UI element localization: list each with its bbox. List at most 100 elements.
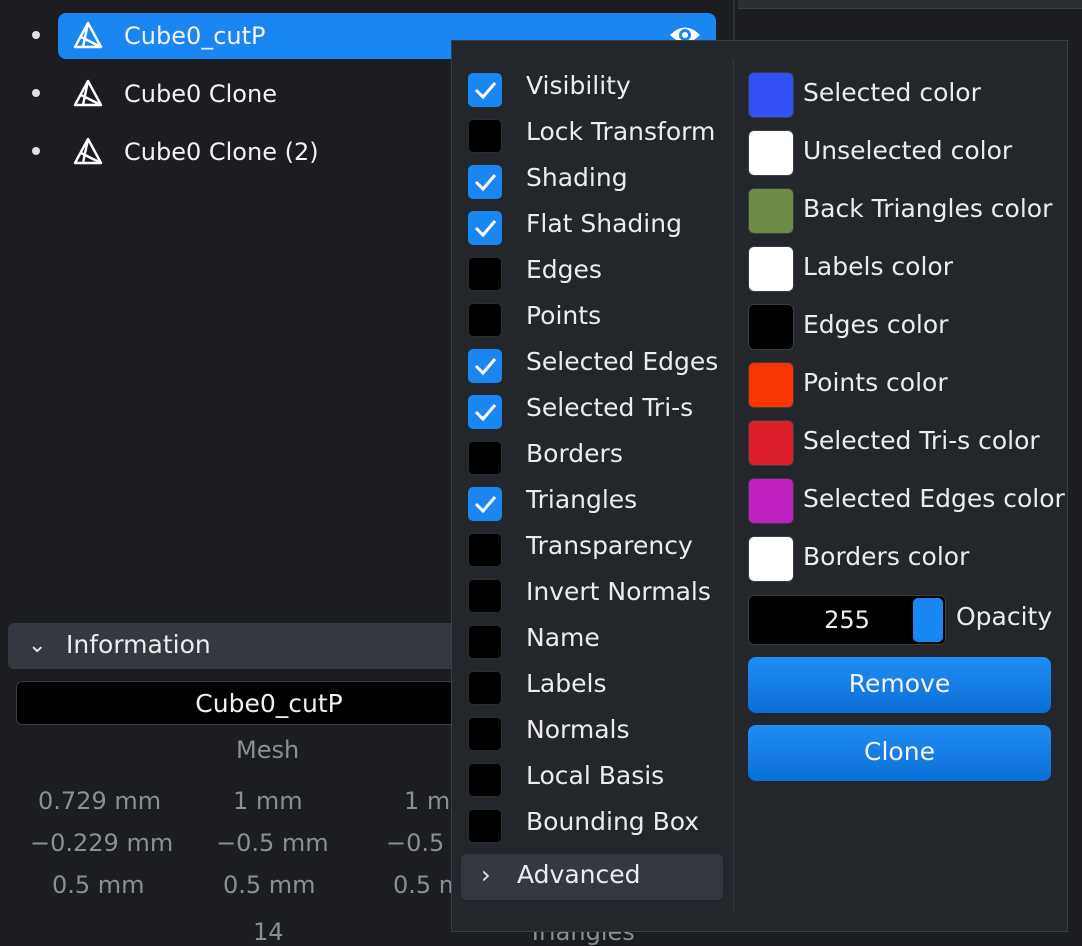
checkbox[interactable]: [468, 349, 502, 383]
toggle-bounding-box[interactable]: Bounding Box: [468, 807, 728, 845]
popup-divider: [733, 59, 734, 914]
info-value: −0.229 mm: [30, 829, 174, 857]
checkbox[interactable]: [468, 763, 502, 797]
color-swatch[interactable]: [748, 362, 794, 408]
toggle-label: Transparency: [526, 531, 693, 560]
checkbox[interactable]: [468, 809, 502, 843]
tree-item-label: Cube0 Clone: [124, 80, 277, 108]
toggle-label: Normals: [526, 715, 630, 744]
checkbox[interactable]: [468, 73, 502, 107]
toggle-label: Edges: [526, 255, 602, 284]
checkbox[interactable]: [468, 303, 502, 337]
toggle-label: Triangles: [526, 485, 638, 514]
color-back-triangles[interactable]: Back Triangles color: [748, 188, 1058, 234]
color-selected[interactable]: Selected color: [748, 72, 1058, 118]
toggle-visibility[interactable]: Visibility: [468, 71, 728, 109]
tree-item-label: Cube0 Clone (2): [124, 138, 319, 166]
toggle-label: Local Basis: [526, 761, 665, 790]
color-label: Selected Tri-s color: [803, 426, 1040, 455]
color-swatch[interactable]: [748, 478, 794, 524]
checkbox[interactable]: [468, 211, 502, 245]
remove-button[interactable]: Remove: [748, 657, 1051, 713]
toggle-shading[interactable]: Shading: [468, 163, 728, 201]
toggle-label: Visibility: [526, 71, 631, 100]
clone-button[interactable]: Clone: [748, 725, 1051, 781]
checkbox[interactable]: [468, 257, 502, 291]
color-swatch[interactable]: [748, 246, 794, 292]
toggle-labels[interactable]: Labels: [468, 669, 728, 707]
checkmark-icon: [474, 358, 497, 376]
toggle-invert-normals[interactable]: Invert Normals: [468, 577, 728, 615]
object-type-label: Mesh: [236, 736, 300, 764]
color-labels[interactable]: Labels color: [748, 246, 1058, 292]
toggle-label: Selected Tri-s: [526, 393, 694, 422]
toggle-points[interactable]: Points: [468, 301, 728, 339]
info-value: 0.5 mm: [52, 871, 145, 899]
chevron-down-icon: ⌄: [28, 633, 47, 658]
toggle-label: Invert Normals: [526, 577, 711, 606]
info-value: 1 mm: [233, 787, 303, 815]
toggle-borders[interactable]: Borders: [468, 439, 728, 477]
object-name-field[interactable]: Cube0_cutP: [16, 681, 486, 725]
advanced-section-header[interactable]: › Advanced: [461, 854, 723, 900]
checkbox[interactable]: [468, 625, 502, 659]
color-label: Selected Edges color: [803, 484, 1065, 513]
color-label: Selected color: [803, 78, 981, 107]
color-label: Edges color: [803, 310, 949, 339]
checkbox[interactable]: [468, 165, 502, 199]
right-panel-header: [738, 0, 1082, 9]
toggle-transparency[interactable]: Transparency: [468, 531, 728, 569]
color-borders[interactable]: Borders color: [748, 536, 1058, 582]
triangle-count: 14: [253, 918, 284, 946]
object-name-value: Cube0_cutP: [195, 689, 343, 718]
color-swatch[interactable]: [748, 420, 794, 466]
color-selected-tris[interactable]: Selected Tri-s color: [748, 420, 1058, 466]
info-value: −0.5 mm: [216, 829, 329, 857]
checkbox[interactable]: [468, 579, 502, 613]
toggle-label: Labels: [526, 669, 607, 698]
checkmark-icon: [474, 404, 497, 422]
remove-button-label: Remove: [848, 669, 951, 698]
toggle-name[interactable]: Name: [468, 623, 728, 661]
checkbox[interactable]: [468, 441, 502, 475]
tree-bullet: [32, 89, 40, 97]
color-points[interactable]: Points color: [748, 362, 1058, 408]
toggle-flat-shading[interactable]: Flat Shading: [468, 209, 728, 247]
color-label: Unselected color: [803, 136, 1013, 165]
color-label: Borders color: [803, 542, 970, 571]
opacity-slider-handle[interactable]: [913, 598, 943, 642]
color-swatch[interactable]: [748, 188, 794, 234]
checkbox[interactable]: [468, 671, 502, 705]
color-swatch[interactable]: [748, 72, 794, 118]
checkbox[interactable]: [468, 395, 502, 429]
color-selected-edges[interactable]: Selected Edges color: [748, 478, 1065, 524]
color-swatch[interactable]: [748, 536, 794, 582]
toggle-label: Borders: [526, 439, 623, 468]
information-section-header[interactable]: ⌄ Information: [8, 623, 478, 669]
toggle-triangles[interactable]: Triangles: [468, 485, 728, 523]
checkmark-icon: [474, 496, 497, 514]
checkbox[interactable]: [468, 119, 502, 153]
checkbox[interactable]: [468, 533, 502, 567]
mesh-icon: [73, 137, 103, 165]
color-swatch[interactable]: [748, 304, 794, 350]
color-edges[interactable]: Edges color: [748, 304, 1058, 350]
checkbox[interactable]: [468, 487, 502, 521]
toggle-local-basis[interactable]: Local Basis: [468, 761, 728, 799]
toggle-lock-transform[interactable]: Lock Transform: [468, 117, 728, 155]
checkmark-icon: [474, 82, 497, 100]
color-swatch[interactable]: [748, 130, 794, 176]
advanced-label: Advanced: [517, 860, 641, 889]
toggle-edges[interactable]: Edges: [468, 255, 728, 293]
toggle-label: Points: [526, 301, 602, 330]
toggle-normals[interactable]: Normals: [468, 715, 728, 753]
tree-item-label: Cube0_cutP: [124, 22, 266, 50]
information-title: Information: [66, 630, 211, 659]
toggle-selected-edges[interactable]: Selected Edges: [468, 347, 728, 385]
opacity-label: Opacity: [956, 602, 1053, 631]
color-unselected[interactable]: Unselected color: [748, 130, 1058, 176]
checkbox[interactable]: [468, 717, 502, 751]
toggle-label: Shading: [526, 163, 628, 192]
toggle-selected-tris[interactable]: Selected Tri-s: [468, 393, 728, 431]
opacity-slider[interactable]: 255: [748, 595, 946, 645]
